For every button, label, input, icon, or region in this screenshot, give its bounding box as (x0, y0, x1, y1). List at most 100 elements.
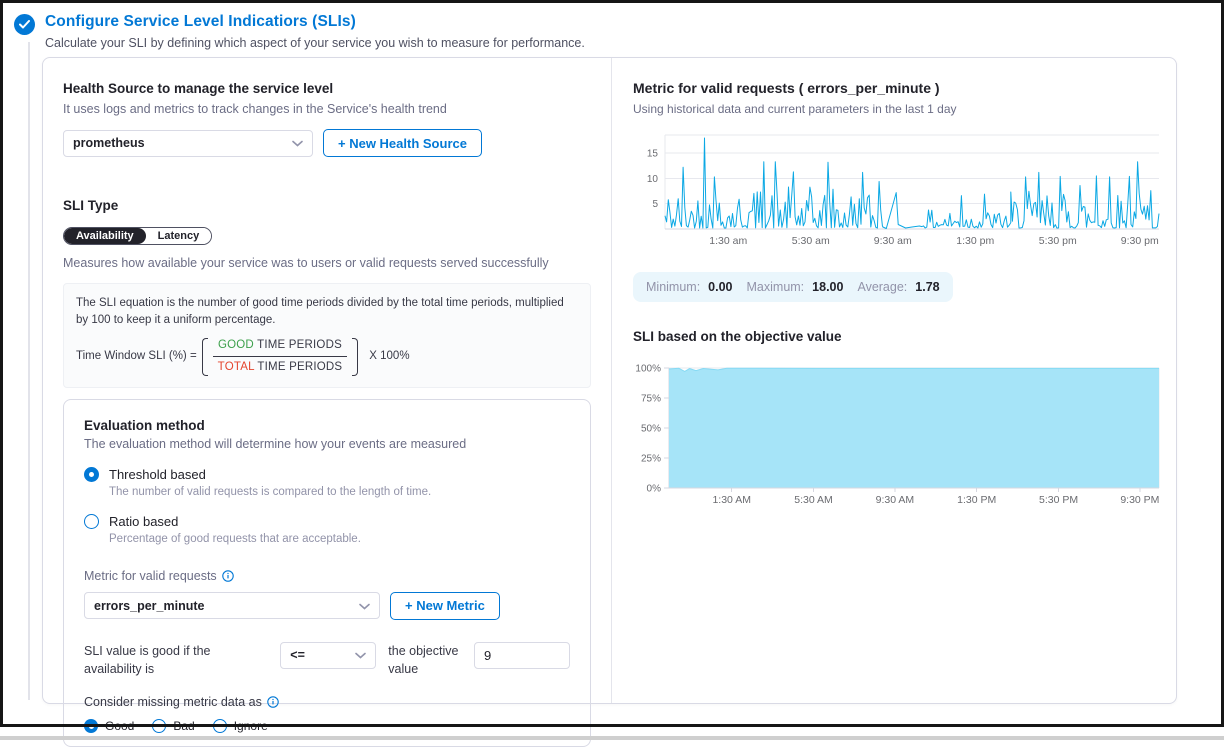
health-source-select[interactable]: prometheus (63, 130, 313, 157)
metric-line-chart: 5 10 15 1:30 am 5:30 am 9:30 am 1:30 pm 5:30 pm… (633, 132, 1163, 250)
svg-text:5:30 am: 5:30 am (792, 235, 830, 247)
good-time-periods-label: GOOD (218, 339, 254, 351)
threshold-based-radio[interactable] (84, 467, 99, 482)
sli-type-toggle: Availability Latency (63, 227, 212, 245)
good-label: Good (105, 719, 134, 733)
svg-text:5:30 pm: 5:30 pm (1039, 235, 1077, 247)
sli-equation-text: The SLI equation is the number of good t… (76, 295, 578, 328)
formula-fraction: GOOD TIME PERIODS TOTAL TIME PERIODS (213, 337, 348, 375)
chevron-down-icon (359, 599, 370, 613)
denominator-rest: TIME PERIODS (254, 361, 342, 373)
page-title: Configure Service Level Indicatiors (SLI… (45, 13, 585, 31)
maximum-value: 18.00 (812, 280, 843, 294)
average-value: 1.78 (915, 280, 939, 294)
bottom-strip (0, 736, 1224, 740)
condition-middle-label: the objective value (388, 642, 462, 680)
svg-text:1:30 am: 1:30 am (709, 235, 747, 247)
new-metric-button[interactable]: + New Metric (390, 592, 500, 620)
minimum-value: 0.00 (708, 280, 732, 294)
ratio-based-option: Ratio based (84, 514, 570, 529)
threshold-based-label: Threshold based (109, 467, 206, 482)
svg-text:100%: 100% (635, 364, 661, 375)
objective-condition-row: SLI value is good if the availability is… (84, 642, 570, 680)
sli-chart-heading: SLI based on the objective value (633, 329, 1163, 344)
health-source-description: It uses logs and metrics to track change… (63, 102, 591, 116)
maximum-label: Maximum: (747, 280, 805, 294)
info-icon[interactable] (267, 696, 279, 708)
right-bracket (352, 338, 358, 376)
total-time-periods-label: TOTAL (218, 361, 255, 373)
preview-column: Metric for valid requests ( errors_per_m… (612, 58, 1181, 703)
svg-text:15: 15 (647, 149, 659, 160)
missing-data-options: Good Bad Ignore (84, 719, 570, 733)
svg-text:1:30 AM: 1:30 AM (712, 494, 751, 506)
svg-text:0%: 0% (647, 484, 662, 495)
missing-option-bad: Bad (152, 719, 194, 733)
step-complete-check-icon (14, 14, 35, 35)
sli-equation-box: The SLI equation is the number of good t… (63, 283, 591, 388)
svg-text:5:30 PM: 5:30 PM (1039, 494, 1078, 506)
bad-radio[interactable] (152, 719, 166, 733)
page-subtitle: Calculate your SLI by defining which asp… (45, 36, 585, 50)
missing-option-good: Good (84, 719, 134, 733)
metric-selected-value: errors_per_minute (94, 599, 204, 613)
ratio-based-description: Percentage of good requests that are acc… (109, 533, 570, 545)
metric-select[interactable]: errors_per_minute (84, 592, 380, 619)
threshold-based-description: The number of valid requests is compared… (109, 486, 570, 498)
svg-text:75%: 75% (641, 394, 661, 405)
metric-stats-pill: Minimum: 0.00 Maximum: 18.00 Average: 1.… (633, 272, 953, 302)
metric-for-valid-requests-label: Metric for valid requests (84, 569, 570, 583)
svg-text:1:30 PM: 1:30 PM (957, 494, 996, 506)
config-column: Health Source to manage the service leve… (43, 58, 611, 703)
ignore-radio[interactable] (213, 719, 227, 733)
operator-select[interactable]: <= (280, 642, 376, 669)
svg-text:9:30 AM: 9:30 AM (876, 494, 915, 506)
svg-text:5: 5 (652, 199, 658, 210)
objective-value-input[interactable] (474, 642, 570, 669)
evaluation-method-card: Evaluation method The evaluation method … (63, 399, 591, 747)
evaluation-method-heading: Evaluation method (84, 418, 570, 433)
left-bracket (202, 338, 208, 376)
svg-text:9:30 am: 9:30 am (874, 235, 912, 247)
good-radio[interactable] (84, 719, 98, 733)
page-header: Configure Service Level Indicatiors (SLI… (14, 13, 585, 50)
minimum-label: Minimum: (646, 280, 700, 294)
evaluation-method-description: The evaluation method will determine how… (84, 437, 570, 451)
sli-type-description: Measures how available your service was … (63, 256, 591, 270)
svg-text:10: 10 (647, 174, 659, 185)
threshold-based-option: Threshold based (84, 467, 570, 482)
svg-text:9:30 pm: 9:30 pm (1121, 235, 1159, 247)
svg-text:5:30 AM: 5:30 AM (794, 494, 833, 506)
new-health-source-button[interactable]: + New Health Source (323, 129, 482, 157)
condition-prefix-label: SLI value is good if the availability is (84, 642, 268, 680)
chevron-down-icon (292, 136, 303, 150)
info-icon[interactable] (222, 570, 234, 582)
metric-chart-heading: Metric for valid requests ( errors_per_m… (633, 80, 1163, 96)
metric-label-text: Metric for valid requests (84, 569, 217, 583)
svg-text:1:30 pm: 1:30 pm (956, 235, 994, 247)
health-source-selected-value: prometheus (73, 136, 145, 150)
chevron-down-icon (355, 648, 366, 662)
sli-type-heading: SLI Type (63, 198, 591, 213)
ignore-label: Ignore (234, 719, 268, 733)
health-source-heading: Health Source to manage the service leve… (63, 81, 591, 96)
sli-configuration-screen: Configure Service Level Indicatiors (SLI… (0, 0, 1224, 740)
missing-data-label-text: Consider missing metric data as (84, 695, 262, 709)
sli-config-card: Health Source to manage the service leve… (42, 57, 1177, 704)
formula-suffix: X 100% (369, 348, 409, 365)
numerator-rest: TIME PERIODS (254, 339, 342, 351)
operator-selected-value: <= (290, 648, 305, 662)
sli-area-chart: 0% 25% 50% 75% 100% 1:30 AM 5:30 AM 9:30 AM 1:30… (633, 362, 1163, 514)
sli-type-option-availability[interactable]: Availability (64, 228, 146, 244)
ratio-based-radio[interactable] (84, 514, 99, 529)
sli-type-option-latency[interactable]: Latency (146, 228, 212, 244)
bad-label: Bad (173, 719, 194, 733)
svg-text:50%: 50% (641, 424, 661, 435)
formula-prefix: Time Window SLI (%) = (76, 348, 197, 365)
metric-chart-subheading: Using historical data and current parame… (633, 102, 1163, 116)
missing-data-label: Consider missing metric data as (84, 695, 570, 709)
stepper-line (28, 42, 30, 700)
svg-text:25%: 25% (641, 454, 661, 465)
average-label: Average: (857, 280, 907, 294)
ratio-based-label: Ratio based (109, 514, 178, 529)
